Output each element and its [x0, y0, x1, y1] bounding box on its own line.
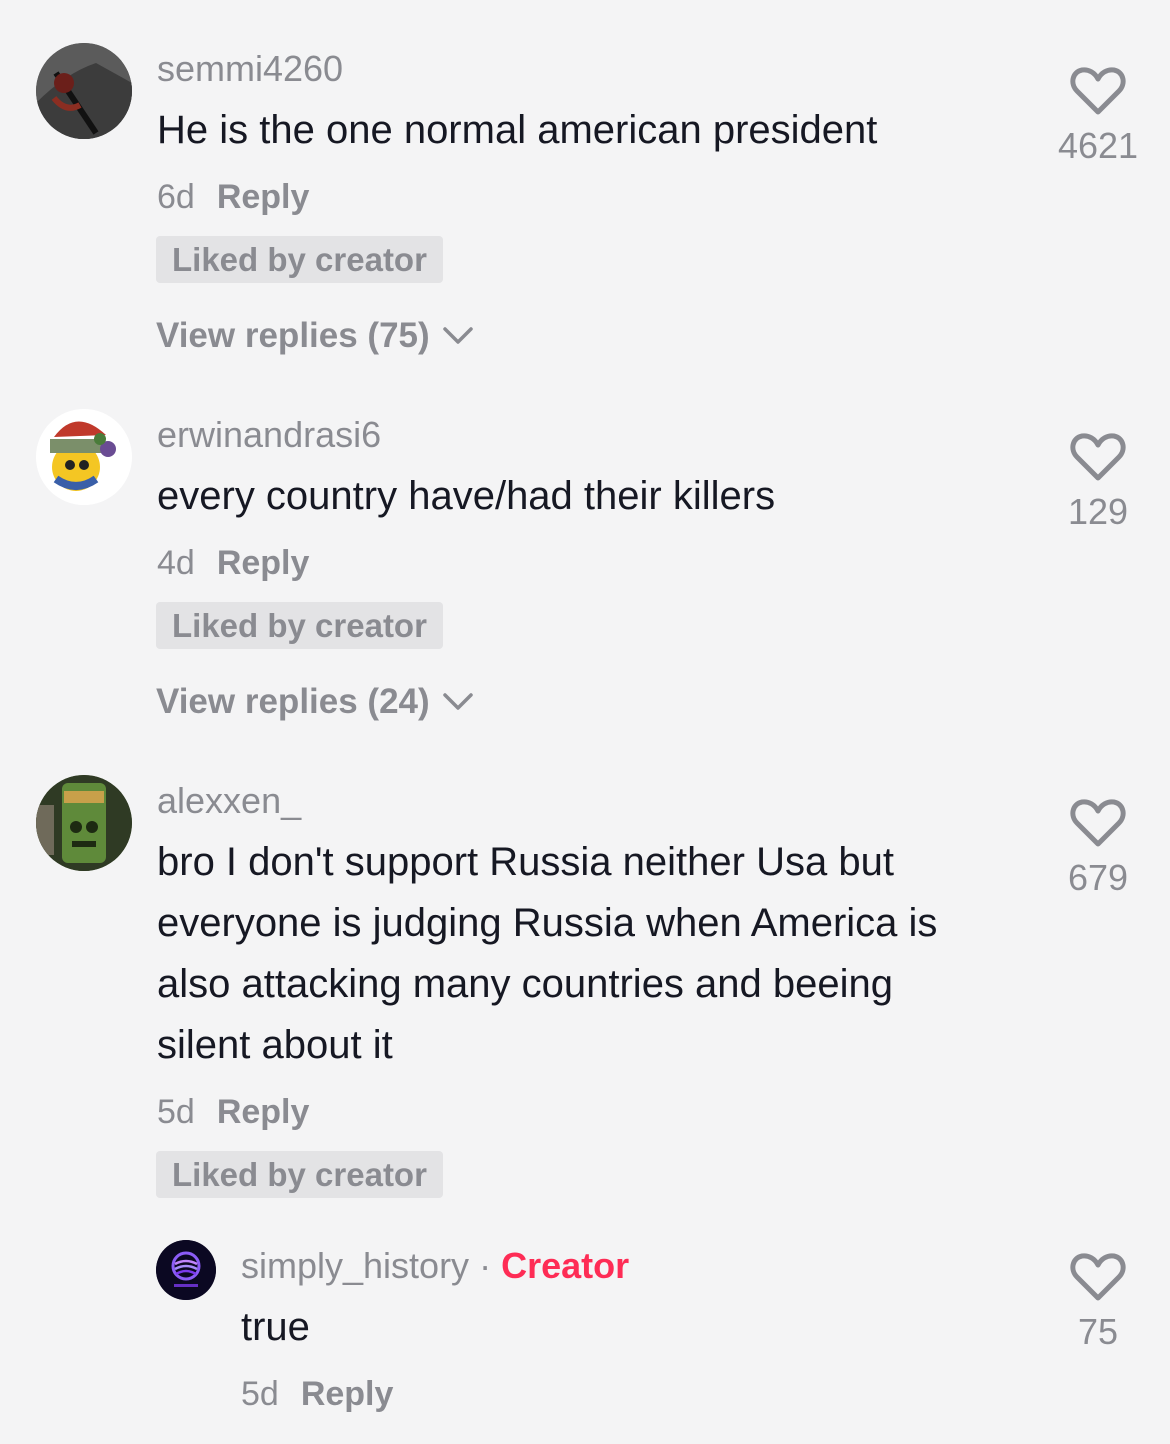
comment-text: every country have/had their killers [157, 474, 776, 518]
avatar-image [156, 1240, 216, 1300]
heart-icon[interactable] [1070, 66, 1126, 116]
reply-username-row: simply_history · Creator [241, 1245, 629, 1287]
comment-username[interactable]: alexxen_ [157, 780, 301, 822]
comment-text: bro I don't support Russia neither Usa b… [157, 840, 938, 1067]
like-count: 75 [1077, 1311, 1119, 1352]
heart-icon[interactable] [1070, 798, 1126, 848]
view-replies-button[interactable]: View replies (75) [156, 316, 474, 356]
avatar-alexxen[interactable] [36, 775, 132, 871]
reply-text: true [241, 1305, 310, 1349]
like-count: 129 [1067, 491, 1129, 532]
reply-button[interactable]: Reply [217, 178, 310, 216]
creator-label: Creator [501, 1245, 630, 1286]
comment-text: He is the one normal american president [157, 108, 878, 152]
separator-dot: · [479, 1245, 492, 1286]
heart-icon[interactable] [1070, 432, 1126, 482]
heart-icon[interactable] [1070, 1252, 1126, 1302]
chevron-down-icon [442, 327, 473, 344]
liked-by-creator-badge: Liked by creator [156, 602, 443, 649]
reply-button[interactable]: Reply [217, 1093, 310, 1131]
avatar-image [36, 775, 132, 871]
liked-by-creator-badge: Liked by creator [156, 236, 443, 283]
comment-username[interactable]: erwinandrasi6 [157, 414, 381, 456]
liked-by-creator-badge: Liked by creator [156, 1151, 443, 1198]
view-replies-label: View replies (24) [156, 682, 430, 721]
comment-meta: 4d Reply [157, 544, 309, 583]
avatar-image [36, 43, 132, 139]
like-count: 4621 [1057, 125, 1139, 166]
comment-time: 5d [157, 1093, 195, 1131]
comment-time: 4d [157, 544, 195, 582]
reply-button[interactable]: Reply [217, 544, 310, 582]
avatar-erwinandrasi6[interactable] [36, 409, 132, 505]
reply-time: 5d [241, 1375, 279, 1413]
avatar-semmi4260[interactable] [36, 43, 132, 139]
view-replies-button[interactable]: View replies (24) [156, 682, 474, 722]
reply-button[interactable]: Reply [301, 1375, 394, 1413]
avatar-image [36, 409, 132, 505]
view-replies-label: View replies (75) [156, 316, 430, 355]
comment-time: 6d [157, 178, 195, 216]
reply-meta: 5d Reply [241, 1375, 393, 1414]
avatar-simply-history[interactable] [156, 1240, 216, 1300]
comment-meta: 6d Reply [157, 178, 309, 217]
reply-username[interactable]: simply_history [241, 1245, 469, 1286]
comment-username[interactable]: semmi4260 [157, 48, 343, 90]
chevron-down-icon [442, 693, 473, 710]
comment-meta: 5d Reply [157, 1093, 309, 1132]
like-count: 679 [1067, 857, 1129, 898]
